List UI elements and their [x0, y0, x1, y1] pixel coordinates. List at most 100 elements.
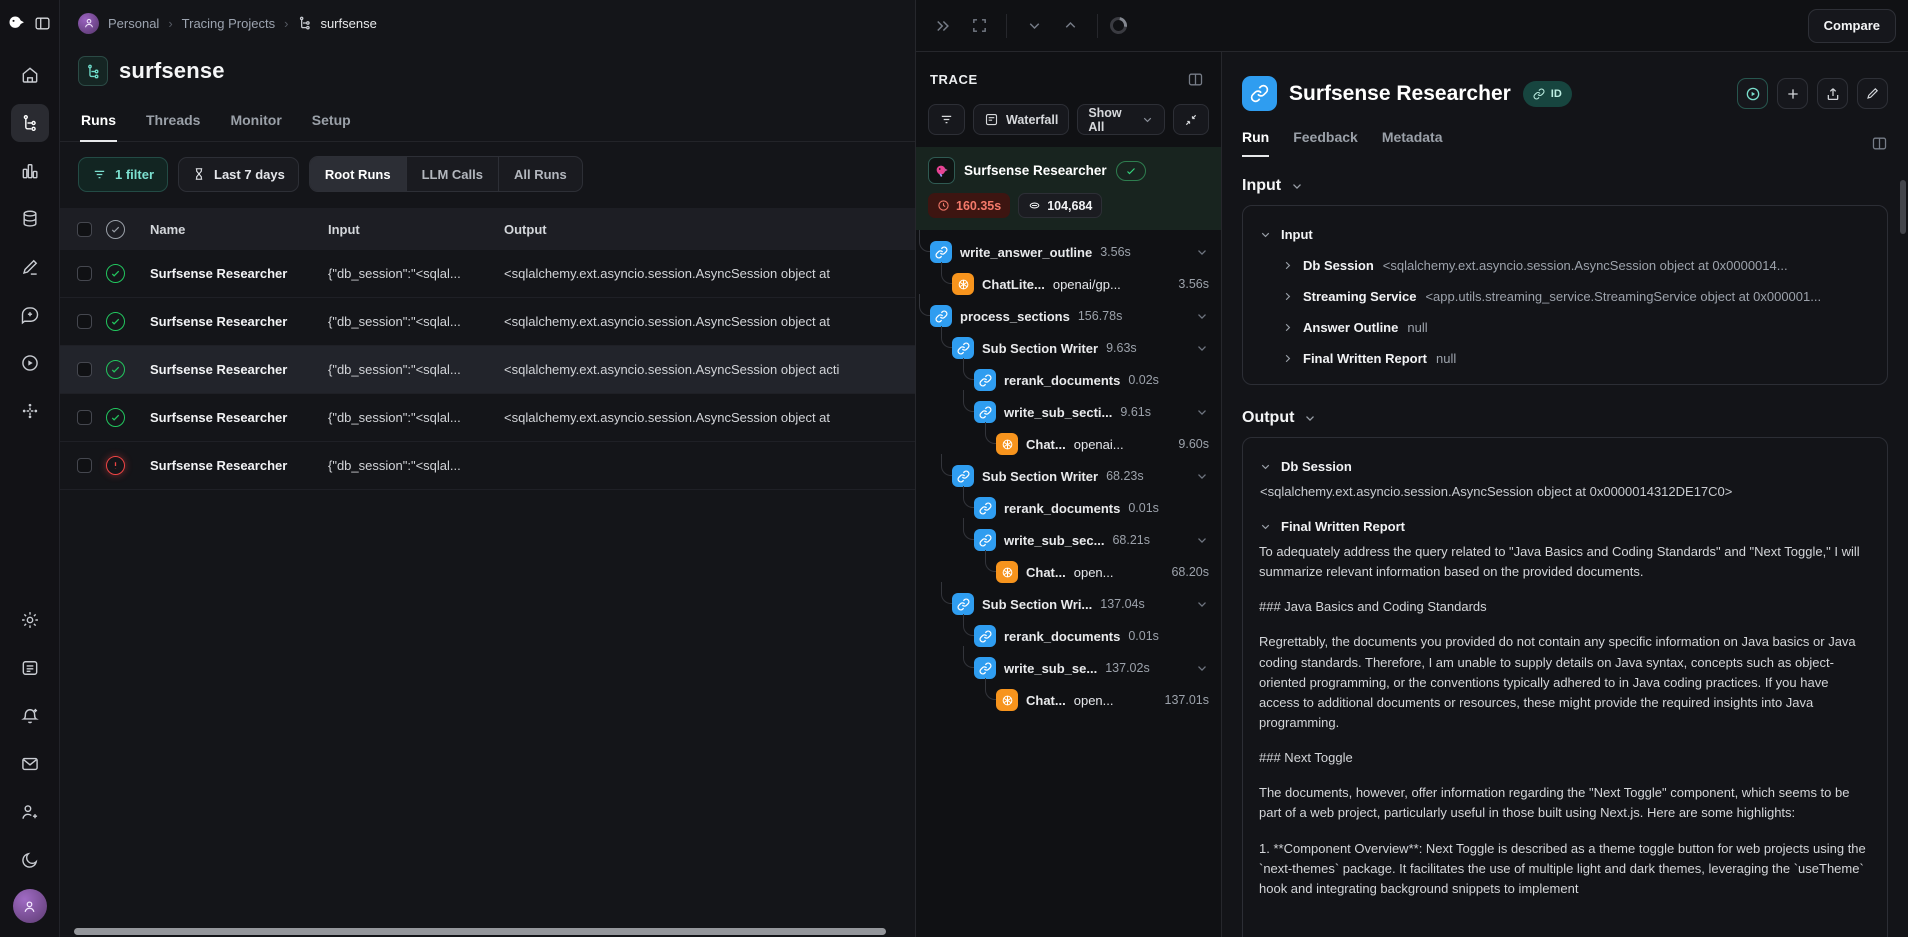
table-row[interactable]: Surfsense Researcher{"db_session":"<sqla…	[60, 394, 915, 442]
row-checkbox[interactable]	[77, 410, 92, 425]
collapse-all-button[interactable]	[1173, 104, 1209, 135]
run-name-cell[interactable]: Surfsense Researcher	[150, 314, 328, 329]
run-id-pill[interactable]: ID	[1523, 81, 1572, 107]
tab-runs[interactable]: Runs	[80, 102, 117, 141]
date-range-button[interactable]: Last 7 days	[178, 157, 299, 192]
table-row[interactable]: Surfsense Researcher{"db_session":"<sqla…	[60, 442, 915, 490]
column-header-output[interactable]: Output	[504, 222, 915, 237]
sidebar-item-tracing[interactable]	[11, 104, 49, 142]
trace-node-rerank-documents[interactable]: rerank_documents0.01s	[916, 492, 1221, 524]
trace-node-sub-section-wri-[interactable]: Sub Section Wri...137.04s	[916, 588, 1221, 620]
trace-node-process-sections[interactable]: process_sections156.78s	[916, 300, 1221, 332]
tab-setup[interactable]: Setup	[311, 102, 352, 141]
trace-node-chatlite-[interactable]: ChatLite...openai/gp...3.56s	[916, 268, 1221, 300]
chevron-right-icon[interactable]	[1281, 352, 1294, 365]
output-section-header[interactable]: Output	[1242, 409, 1888, 427]
sidebar-item-datasets[interactable]	[11, 200, 49, 238]
chevron-down-icon[interactable]	[1195, 533, 1209, 547]
input-section-header[interactable]: Input	[1242, 177, 1888, 195]
trace-node-chat-[interactable]: Chat...open...68.20s	[916, 556, 1221, 588]
sidebar-item-invite[interactable]	[11, 793, 49, 831]
chevron-down-icon[interactable]	[1195, 405, 1209, 419]
input-kv-row[interactable]: Answer Outlinenull	[1259, 312, 1871, 343]
user-avatar[interactable]	[13, 889, 47, 923]
breadcrumb-personal[interactable]: Personal	[108, 16, 159, 31]
sidebar-item-home[interactable]	[11, 56, 49, 94]
trace-node-chat-[interactable]: Chat...open...137.01s	[916, 684, 1221, 716]
chevron-right-icon[interactable]	[1281, 259, 1294, 272]
segment-root-runs[interactable]: Root Runs	[310, 157, 407, 191]
output-report-row[interactable]: Final Written Report	[1259, 511, 1871, 542]
chevron-down-icon[interactable]	[1195, 661, 1209, 675]
table-row[interactable]: Surfsense Researcher{"db_session":"<sqla…	[60, 346, 915, 394]
trace-node-sub-section-writer[interactable]: Sub Section Writer68.23s	[916, 460, 1221, 492]
segment-all-runs[interactable]: All Runs	[499, 157, 582, 191]
compare-button[interactable]: Compare	[1808, 9, 1896, 43]
status-column-icon[interactable]	[106, 220, 125, 239]
trace-panel-toggle-icon[interactable]	[1183, 67, 1207, 91]
breadcrumb-tracing-projects[interactable]: Tracing Projects	[182, 16, 275, 31]
tab-monitor[interactable]: Monitor	[229, 102, 282, 141]
trace-node-write-answer-outline[interactable]: write_answer_outline3.56s	[916, 236, 1221, 268]
chevron-right-icon[interactable]	[1281, 321, 1294, 334]
sidebar-item-playground[interactable]	[11, 344, 49, 382]
run-name-cell[interactable]: Surfsense Researcher	[150, 266, 328, 281]
share-run-button[interactable]	[1817, 78, 1848, 109]
column-header-input[interactable]: Input	[328, 222, 504, 237]
sidebar-item-theme[interactable]	[11, 841, 49, 879]
chevron-down-icon[interactable]	[1195, 309, 1209, 323]
breadcrumb-current[interactable]: surfsense	[297, 15, 376, 31]
run-name-cell[interactable]: Surfsense Researcher	[150, 410, 328, 425]
segment-llm-calls[interactable]: LLM Calls	[407, 157, 499, 191]
row-checkbox[interactable]	[77, 362, 92, 377]
tab-metadata[interactable]: Metadata	[1382, 129, 1443, 157]
vertical-scrollbar[interactable]	[1900, 180, 1906, 234]
run-name-cell[interactable]: Surfsense Researcher	[150, 458, 328, 473]
chevron-down-icon[interactable]	[1195, 597, 1209, 611]
input-kv-row[interactable]: Final Written Reportnull	[1259, 343, 1871, 374]
output-db-session-row[interactable]: Db Session	[1259, 451, 1871, 482]
sidebar-item-prompts[interactable]	[11, 296, 49, 334]
sidebar-item-annotate[interactable]	[11, 248, 49, 286]
tab-threads[interactable]: Threads	[145, 102, 201, 141]
sidebar-item-dashboards[interactable]	[11, 152, 49, 190]
tab-run[interactable]: Run	[1242, 129, 1269, 157]
filter-count-button[interactable]: 1 filter	[78, 157, 168, 192]
trace-node-chat-[interactable]: Chat...openai...9.60s	[916, 428, 1221, 460]
input-kv-row[interactable]: Db Session<sqlalchemy.ext.asyncio.sessio…	[1259, 250, 1871, 281]
sidebar-item-deployments[interactable]	[11, 392, 49, 430]
column-header-name[interactable]: Name	[150, 222, 328, 237]
next-run-chevron-up-icon[interactable]	[1055, 11, 1085, 41]
trace-node-rerank-documents[interactable]: rerank_documents0.01s	[916, 620, 1221, 652]
sidebar-item-mail[interactable]	[11, 745, 49, 783]
trace-filter-button[interactable]	[928, 104, 965, 135]
trace-node-write-sub-secti-[interactable]: write_sub_secti...9.61s	[916, 396, 1221, 428]
detail-scroll-area[interactable]: Input Input Db Session<sqlalchemy.ext.as…	[1222, 157, 1908, 937]
tab-feedback[interactable]: Feedback	[1293, 129, 1358, 157]
add-to-dataset-button[interactable]	[1777, 78, 1808, 109]
row-checkbox[interactable]	[77, 314, 92, 329]
trace-node-sub-section-writer[interactable]: Sub Section Writer9.63s	[916, 332, 1221, 364]
row-checkbox[interactable]	[77, 458, 92, 473]
run-name-cell[interactable]: Surfsense Researcher	[150, 362, 328, 377]
detail-panel-toggle-icon[interactable]	[1871, 135, 1888, 152]
input-group-row[interactable]: Input	[1259, 219, 1871, 250]
select-all-checkbox[interactable]	[77, 222, 92, 237]
app-logo[interactable]	[6, 12, 53, 34]
prev-run-chevron-down-icon[interactable]	[1019, 11, 1049, 41]
chevron-down-icon[interactable]	[1195, 469, 1209, 483]
row-checkbox[interactable]	[77, 266, 92, 281]
trace-node-write-sub-sec-[interactable]: write_sub_sec...68.21s	[916, 524, 1221, 556]
chevron-right-icon[interactable]	[1281, 290, 1294, 303]
sidebar-item-settings[interactable]	[11, 601, 49, 639]
sidebar-item-docs[interactable]	[11, 649, 49, 687]
workspace-avatar[interactable]	[78, 13, 99, 34]
sidebar-item-notifications[interactable]	[11, 697, 49, 735]
collapse-panel-icon[interactable]	[928, 11, 958, 41]
show-all-dropdown[interactable]: Show All	[1077, 104, 1165, 135]
chevron-down-icon[interactable]	[1195, 341, 1209, 355]
horizontal-scrollbar[interactable]	[74, 928, 886, 935]
open-in-playground-button[interactable]	[1737, 78, 1768, 109]
input-kv-row[interactable]: Streaming Service<app.utils.streaming_se…	[1259, 281, 1871, 312]
trace-node-rerank-documents[interactable]: rerank_documents0.02s	[916, 364, 1221, 396]
